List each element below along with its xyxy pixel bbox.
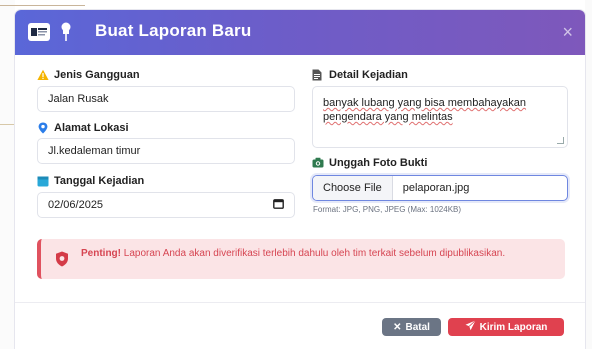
- cancel-button[interactable]: ✕ Batal: [382, 318, 441, 336]
- detail-kejadian-label: Detail Kejadian: [312, 69, 408, 81]
- detail-kejadian-textarea[interactable]: banyak lubang yang bisa membahayakan pen…: [312, 86, 568, 148]
- tanggal-kejadian-input[interactable]: 02/06/2025: [37, 192, 295, 218]
- modal-header: Buat Laporan Baru ×: [15, 10, 585, 55]
- unggah-foto-label: Unggah Foto Bukti: [312, 157, 427, 169]
- document-icon: [312, 69, 324, 81]
- selected-file-name: pelaporan.jpg: [402, 182, 470, 194]
- important-alert: Penting! Laporan Anda akan diverifikasi …: [37, 239, 565, 279]
- file-format-hint: Format: JPG, PNG, JPEG (Max: 1024KB): [313, 205, 462, 214]
- jenis-gangguan-select[interactable]: Jalan Rusak: [37, 86, 295, 112]
- file-upload-input[interactable]: Choose File pelaporan.jpg: [312, 175, 568, 201]
- background-underline: [0, 5, 85, 6]
- report-modal: Buat Laporan Baru × Jenis Gangguan Jalan…: [15, 10, 585, 349]
- modal-backdrop-left: [0, 0, 15, 349]
- alert-message: Penting! Laporan Anda akan diverifikasi …: [81, 247, 541, 260]
- camera-icon: [312, 157, 324, 169]
- push-pin-icon: [59, 22, 73, 47]
- modal-backdrop-right: [585, 0, 592, 349]
- close-x-icon: ✕: [393, 321, 402, 333]
- alamat-lokasi-input[interactable]: Jl.kedaleman timur: [37, 138, 295, 164]
- calendar-picker-icon[interactable]: [273, 198, 284, 212]
- calendar-icon: [37, 175, 49, 187]
- footer-divider: [15, 302, 585, 303]
- alamat-lokasi-label: Alamat Lokasi: [37, 122, 129, 134]
- shield-icon: [55, 251, 69, 272]
- choose-file-button[interactable]: Choose File: [313, 176, 393, 200]
- tanggal-kejadian-label: Tanggal Kejadian: [37, 175, 144, 187]
- close-icon[interactable]: ×: [562, 23, 573, 41]
- jenis-gangguan-label: Jenis Gangguan: [37, 69, 140, 81]
- alert-text: Laporan Anda akan diverifikasi terlebih …: [121, 248, 506, 259]
- submit-report-button[interactable]: Kirim Laporan: [448, 318, 564, 336]
- resize-handle-icon[interactable]: [557, 137, 564, 144]
- send-icon: [465, 320, 476, 334]
- warning-icon: [37, 69, 49, 81]
- modal-title: Buat Laporan Baru: [95, 21, 252, 40]
- map-pin-icon: [37, 122, 49, 134]
- alert-strong: Penting!: [81, 248, 121, 259]
- app-logo: [28, 23, 50, 41]
